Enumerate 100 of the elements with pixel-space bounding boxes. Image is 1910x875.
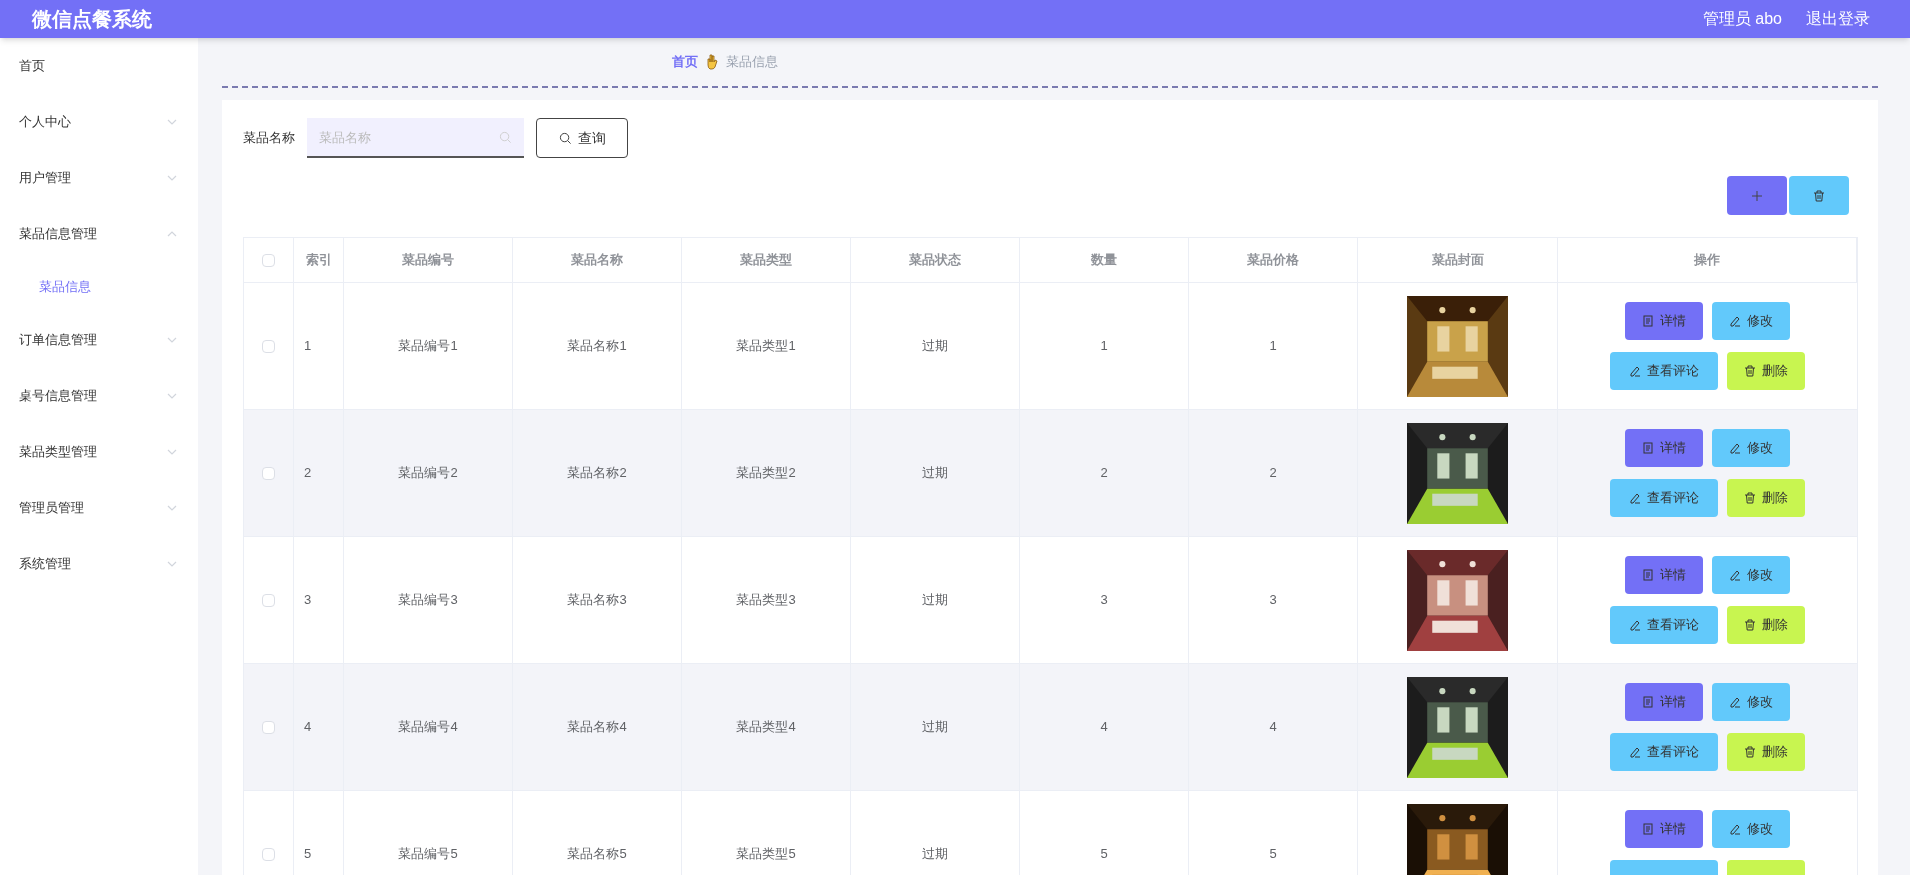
row-action-button[interactable]: 查看评论 — [1610, 352, 1718, 390]
pencil-icon — [1729, 315, 1741, 327]
trash-icon — [1813, 189, 1825, 202]
sidebar-item[interactable]: 桌号信息管理 — [0, 368, 198, 424]
row-action-button[interactable]: 修改 — [1712, 429, 1790, 467]
row-checkbox[interactable] — [262, 339, 275, 353]
table-cell-text: 4 — [304, 718, 312, 737]
table-cell-text: 菜品编号1 — [398, 337, 458, 356]
table-cell-text: 3 — [304, 591, 312, 610]
pencil-icon — [1729, 442, 1741, 454]
sidebar-item[interactable]: 管理员管理 — [0, 480, 198, 536]
row-action-button[interactable]: 修改 — [1712, 302, 1790, 340]
row-checkbox[interactable] — [262, 847, 275, 861]
table-cell-text: 过期 — [922, 591, 948, 610]
pencil-icon — [1629, 746, 1641, 758]
add-button[interactable] — [1727, 176, 1787, 215]
hand-icon — [706, 54, 718, 70]
row-action-button[interactable]: 修改 — [1712, 556, 1790, 594]
table-cell-text: 菜品编号4 — [398, 718, 458, 737]
table-cell-text: 菜品类型5 — [736, 845, 796, 864]
row-action-button[interactable]: 查看评论 — [1610, 479, 1718, 517]
row-action-button[interactable]: 修改 — [1712, 810, 1790, 848]
search-icon — [499, 131, 512, 144]
table-cell-text: 菜品编号3 — [398, 591, 458, 610]
column-header: 菜品编号 — [402, 251, 454, 270]
row-checkbox[interactable] — [262, 466, 275, 480]
table-cell-text: 3 — [1269, 591, 1277, 610]
row-action-button[interactable]: 删除 — [1727, 352, 1805, 390]
row-checkbox[interactable] — [262, 593, 275, 607]
table-cell-text: 1 — [1269, 337, 1277, 356]
search-icon — [558, 131, 572, 145]
row-action-button[interactable]: 删除 — [1727, 479, 1805, 517]
row-action-button[interactable]: 查看评论 — [1610, 733, 1718, 771]
trash-icon — [1744, 619, 1756, 631]
column-header: 菜品名称 — [571, 251, 623, 270]
logout-link[interactable]: 退出登录 — [1806, 7, 1870, 31]
row-action-button[interactable]: 删除 — [1727, 733, 1805, 771]
pencil-icon — [1729, 569, 1741, 581]
table-cell-text: 过期 — [922, 718, 948, 737]
sidebar-item[interactable]: 个人中心 — [0, 94, 198, 150]
breadcrumb-current: 菜品信息 — [726, 53, 778, 72]
pencil-icon — [1729, 696, 1741, 708]
app-title: 微信点餐系统 — [32, 7, 152, 32]
table-cell-text: 菜品名称4 — [567, 718, 627, 737]
plus-icon — [1751, 189, 1763, 202]
table-cell-text: 2 — [304, 464, 312, 483]
table-cell-text: 菜品名称1 — [567, 337, 627, 356]
document-icon — [1642, 569, 1654, 581]
table-cell-text: 菜品类型2 — [736, 464, 796, 483]
table-cell-text: 菜品名称2 — [567, 464, 627, 483]
search-label: 菜品名称 — [243, 129, 295, 148]
pencil-icon — [1729, 823, 1741, 835]
table-cell-text: 菜品名称3 — [567, 591, 627, 610]
sidebar-subitem[interactable]: 菜品信息 — [0, 262, 198, 312]
row-checkbox[interactable] — [262, 720, 275, 734]
table-cell-text: 菜品类型3 — [736, 591, 796, 610]
row-action-button[interactable]: 查看评论 — [1610, 606, 1718, 644]
column-header: 菜品类型 — [740, 251, 792, 270]
trash-icon — [1744, 365, 1756, 377]
sidebar-item[interactable]: 系统管理 — [0, 536, 198, 592]
table-cell-text: 菜品类型1 — [736, 337, 796, 356]
column-header: 操作 — [1694, 251, 1720, 270]
column-header: 菜品封面 — [1431, 251, 1484, 270]
table-cell-text: 5 — [1269, 845, 1277, 864]
breadcrumb-link[interactable]: 首页 — [672, 52, 698, 72]
sidebar-item[interactable]: 用户管理 — [0, 150, 198, 206]
delete-button[interactable] — [1789, 176, 1849, 215]
pencil-icon — [1629, 619, 1641, 631]
sidebar-item[interactable]: 菜品类型管理 — [0, 424, 198, 480]
table-cell-text: 菜品编号5 — [398, 845, 458, 864]
sidebar-item[interactable]: 订单信息管理 — [0, 312, 198, 368]
table-cell-text: 4 — [1269, 718, 1277, 737]
table-cell-text: 菜品名称5 — [567, 845, 627, 864]
column-header: 索引 — [305, 251, 332, 270]
document-icon — [1642, 823, 1654, 835]
table-cell-text: 3 — [1100, 591, 1108, 610]
table-cell-text: 菜品类型4 — [736, 718, 796, 737]
sidebar-item[interactable]: 首页 — [0, 38, 198, 94]
document-icon — [1642, 696, 1654, 708]
table-cell-text: 过期 — [922, 845, 948, 864]
checkbox[interactable] — [262, 253, 275, 267]
trash-icon — [1744, 746, 1756, 758]
search-field[interactable]: 菜品名称 — [307, 118, 524, 158]
table-cell-text: 5 — [304, 845, 312, 864]
table-cell-text: 菜品编号2 — [398, 464, 458, 483]
query-button[interactable]: 查询 — [536, 118, 628, 158]
column-header: 数量 — [1091, 251, 1117, 270]
table-cell-text: 4 — [1100, 718, 1108, 737]
column-header: 菜品状态 — [909, 251, 961, 270]
document-icon — [1642, 442, 1654, 454]
table-cell-text: 过期 — [922, 337, 948, 356]
trash-icon — [1744, 492, 1756, 504]
sidebar-item[interactable]: 菜品信息管理 — [0, 206, 198, 262]
table-cell-text: 5 — [1100, 845, 1108, 864]
row-action-button[interactable]: 修改 — [1712, 683, 1790, 721]
table-cell-text: 2 — [1269, 464, 1277, 483]
document-icon — [1642, 315, 1654, 327]
row-action-button[interactable]: 删除 — [1727, 606, 1805, 644]
column-header: 菜品价格 — [1247, 251, 1299, 270]
table-cell-text: 过期 — [922, 464, 948, 483]
